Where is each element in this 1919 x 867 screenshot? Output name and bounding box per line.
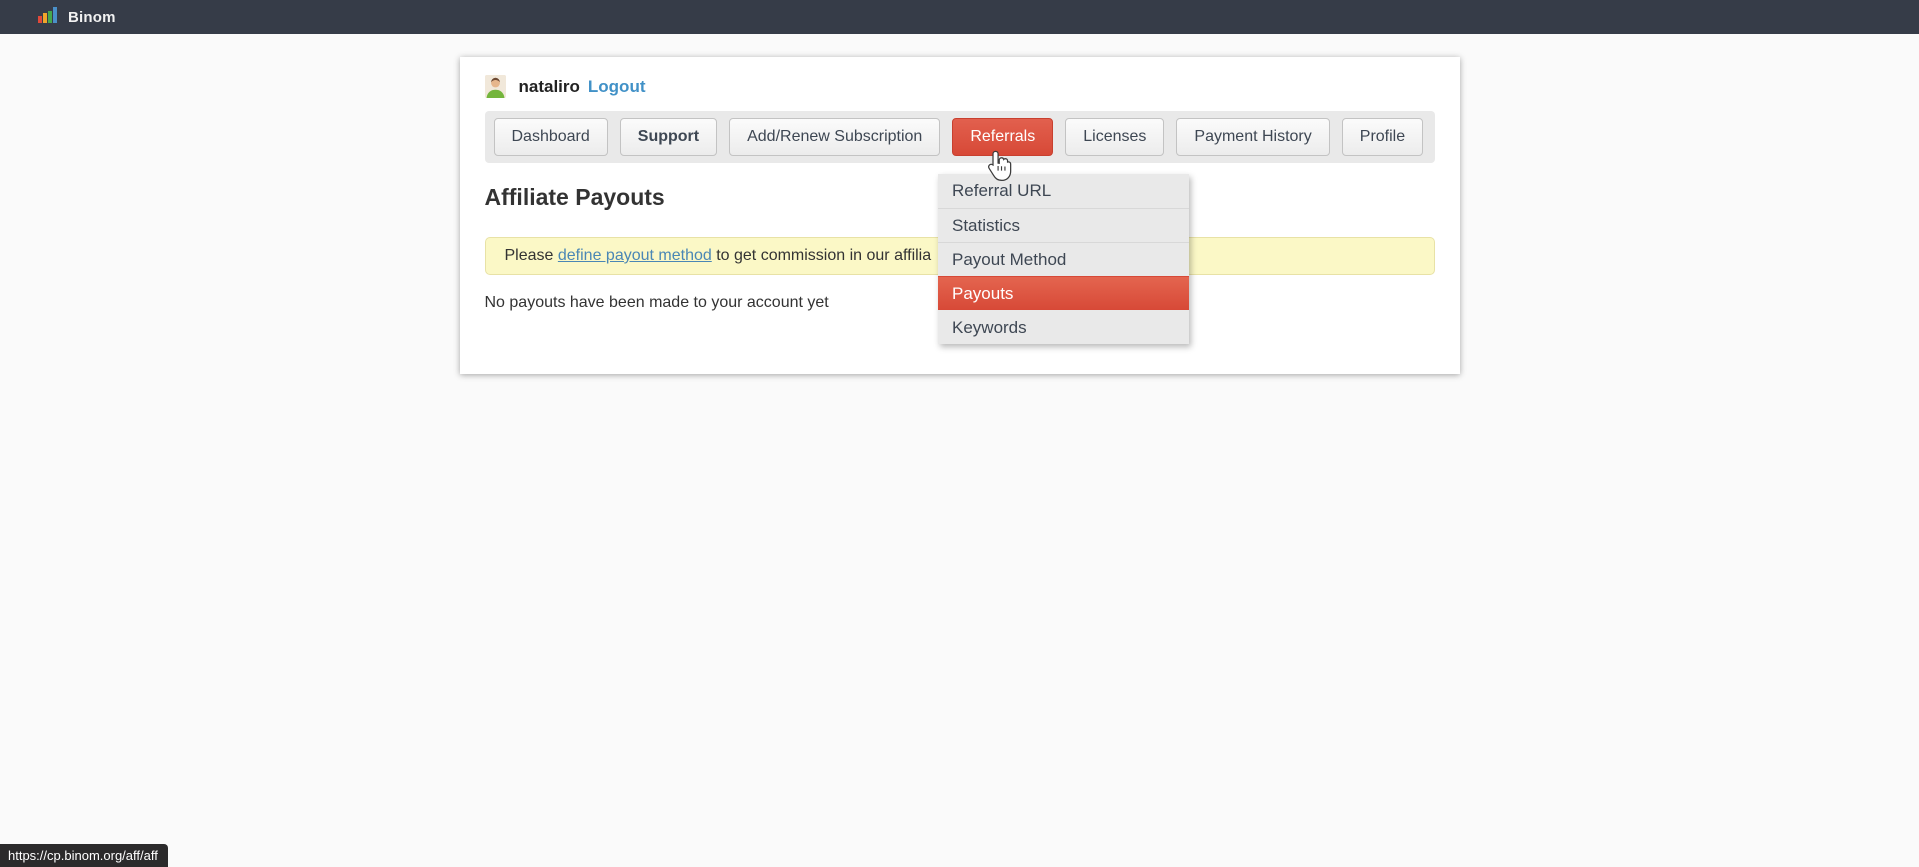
status-url-tooltip: https://cp.binom.org/aff/aff [0,844,168,867]
nav-button-profile[interactable]: Profile [1342,118,1423,156]
nav-strip: Dashboard Support Add/Renew Subscription… [485,111,1435,163]
user-row: nataliro Logout [485,75,1435,98]
dropdown-item-payout-method[interactable]: Payout Method [938,242,1189,276]
notice-prefix: Please [505,247,554,264]
bar-chart-icon [38,7,59,28]
referrals-dropdown-menu: Referral URL Statistics Payout Method Pa… [938,174,1189,344]
brand-logo[interactable]: Binom [38,7,116,28]
notice-suffix: to get commission in our affilia [716,247,931,264]
user-name: nataliro [519,77,580,97]
nav-button-payment-history[interactable]: Payment History [1176,118,1329,156]
dropdown-item-statistics[interactable]: Statistics [938,208,1189,242]
topbar: Binom [0,0,1919,34]
user-avatar-icon [485,75,506,98]
nav-button-support[interactable]: Support [620,118,717,156]
nav-button-licenses[interactable]: Licenses [1065,118,1164,156]
define-payout-method-link[interactable]: define payout method [558,247,712,264]
nav-button-add-renew-subscription[interactable]: Add/Renew Subscription [729,118,940,156]
dropdown-item-payouts[interactable]: Payouts [938,276,1189,310]
dropdown-item-referral-url[interactable]: Referral URL [938,174,1189,208]
logout-link[interactable]: Logout [588,77,646,97]
dropdown-item-keywords[interactable]: Keywords [938,310,1189,344]
brand-name: Binom [68,9,116,26]
nav-button-referrals[interactable]: Referrals [952,118,1053,156]
nav-button-dashboard[interactable]: Dashboard [494,118,608,156]
